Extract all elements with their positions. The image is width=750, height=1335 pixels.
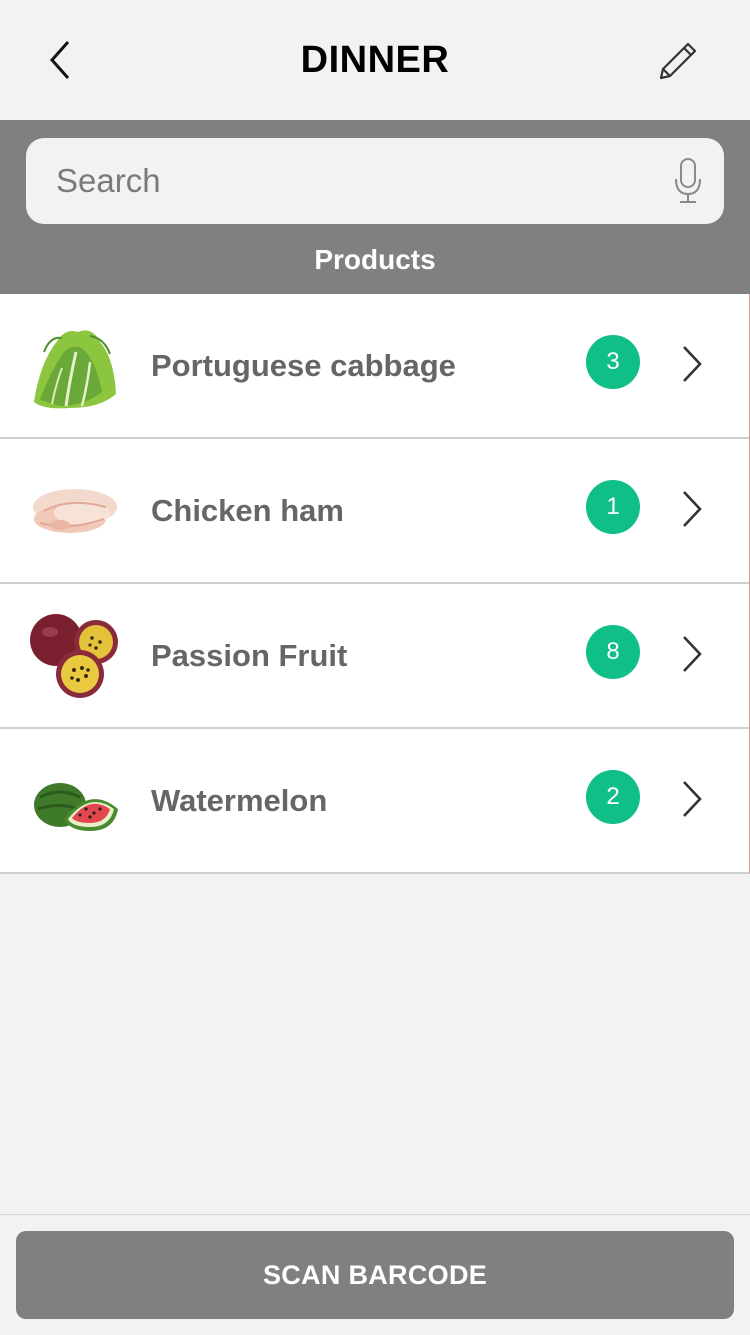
- quantity-badge: 1: [586, 480, 640, 534]
- product-name: Passion Fruit: [151, 638, 348, 673]
- search-input[interactable]: [56, 138, 656, 224]
- product-row[interactable]: Portuguese cabbage 3: [0, 294, 749, 439]
- bottom-bar: SCAN BARCODE: [0, 1214, 750, 1335]
- passion-fruit-image: [30, 612, 120, 700]
- top-bar: DINNER: [0, 0, 750, 120]
- quantity-badge: 2: [586, 770, 640, 824]
- scan-barcode-button[interactable]: SCAN BARCODE: [16, 1231, 734, 1319]
- chevron-right-icon: [683, 491, 702, 527]
- edit-button[interactable]: [648, 30, 710, 90]
- chevron-right-icon: [683, 781, 702, 817]
- search-bar: [26, 138, 724, 224]
- chevron-right-icon: [683, 636, 702, 672]
- voice-search-button[interactable]: [666, 150, 710, 212]
- page-title: DINNER: [300, 39, 450, 81]
- search-section: Products: [0, 120, 750, 294]
- chevron-right-icon: [683, 346, 702, 382]
- microphone-icon: [675, 158, 701, 203]
- watermelon-image: [30, 757, 120, 845]
- section-title: Products: [314, 244, 436, 275]
- product-name: Portuguese cabbage: [151, 348, 456, 383]
- quantity-badge: 3: [586, 335, 640, 389]
- product-row[interactable]: Watermelon 2: [0, 729, 749, 874]
- back-button[interactable]: [30, 30, 90, 90]
- product-row[interactable]: Passion Fruit 8: [0, 584, 749, 729]
- product-list: Portuguese cabbage 3 Chicken ham 1 Passi…: [0, 294, 750, 874]
- product-name: Watermelon: [151, 783, 328, 818]
- ham-slices-image: [30, 467, 120, 555]
- pencil-icon: [659, 42, 697, 80]
- chevron-left-icon: [49, 41, 70, 79]
- product-name: Chicken ham: [151, 493, 344, 528]
- cabbage-image: [30, 322, 120, 410]
- product-row[interactable]: Chicken ham 1: [0, 439, 749, 584]
- quantity-badge: 8: [586, 625, 640, 679]
